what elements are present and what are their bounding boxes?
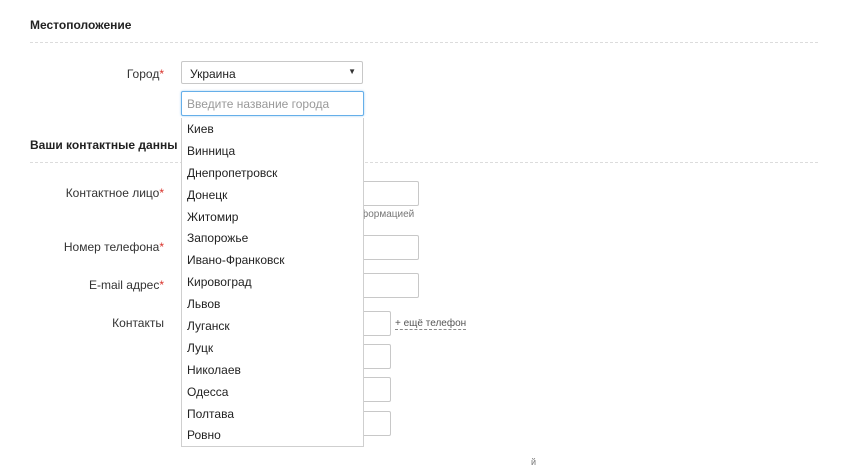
section-divider xyxy=(30,42,818,43)
city-label: Город* xyxy=(126,67,164,81)
city-option[interactable]: Полтава xyxy=(182,403,363,425)
city-option[interactable]: Житомир xyxy=(182,206,363,228)
required-mark: * xyxy=(159,186,164,200)
city-option[interactable]: Кировоград xyxy=(182,271,363,293)
section-divider xyxy=(30,162,818,163)
stray-text: й xyxy=(531,457,537,467)
city-dropdown-list: Киев Винница Днепропетровск Донецк Житом… xyxy=(181,118,364,447)
email-label: E-mail адрес* xyxy=(88,278,164,292)
city-option[interactable]: Львов xyxy=(182,293,363,315)
required-mark: * xyxy=(159,240,164,254)
city-option[interactable]: Одесса xyxy=(182,381,363,403)
add-phone-link[interactable]: + ещё телефон xyxy=(395,318,467,330)
city-option[interactable]: Запорожье xyxy=(182,227,363,249)
phone-label: Номер телефона* xyxy=(63,240,164,254)
city-option[interactable]: Винница xyxy=(182,140,363,162)
country-select-value: Украина xyxy=(190,67,236,81)
city-option[interactable]: Луганск xyxy=(182,315,363,337)
required-mark: * xyxy=(159,278,164,292)
city-option[interactable]: Луцк xyxy=(182,337,363,359)
country-select[interactable]: Украина ▼ xyxy=(181,61,363,84)
location-section-title: Местоположение xyxy=(30,18,132,32)
contacts-section-title: Ваши контактные данны xyxy=(30,138,178,152)
city-option[interactable]: Ивано-Франковск xyxy=(182,249,363,271)
city-option[interactable]: Николаев xyxy=(182,359,363,381)
contact-person-hint: формацией xyxy=(360,209,415,220)
contacts-label: Контакты xyxy=(112,316,164,330)
contact-person-label: Контактное лицо* xyxy=(65,186,164,200)
city-option[interactable]: Донецк xyxy=(182,184,363,206)
city-search-input[interactable] xyxy=(181,91,364,116)
caret-down-icon: ▼ xyxy=(348,67,356,76)
city-option[interactable]: Ровно xyxy=(182,424,363,446)
required-mark: * xyxy=(159,67,164,81)
city-option[interactable]: Киев xyxy=(182,118,363,140)
city-option[interactable]: Днепропетровск xyxy=(182,162,363,184)
